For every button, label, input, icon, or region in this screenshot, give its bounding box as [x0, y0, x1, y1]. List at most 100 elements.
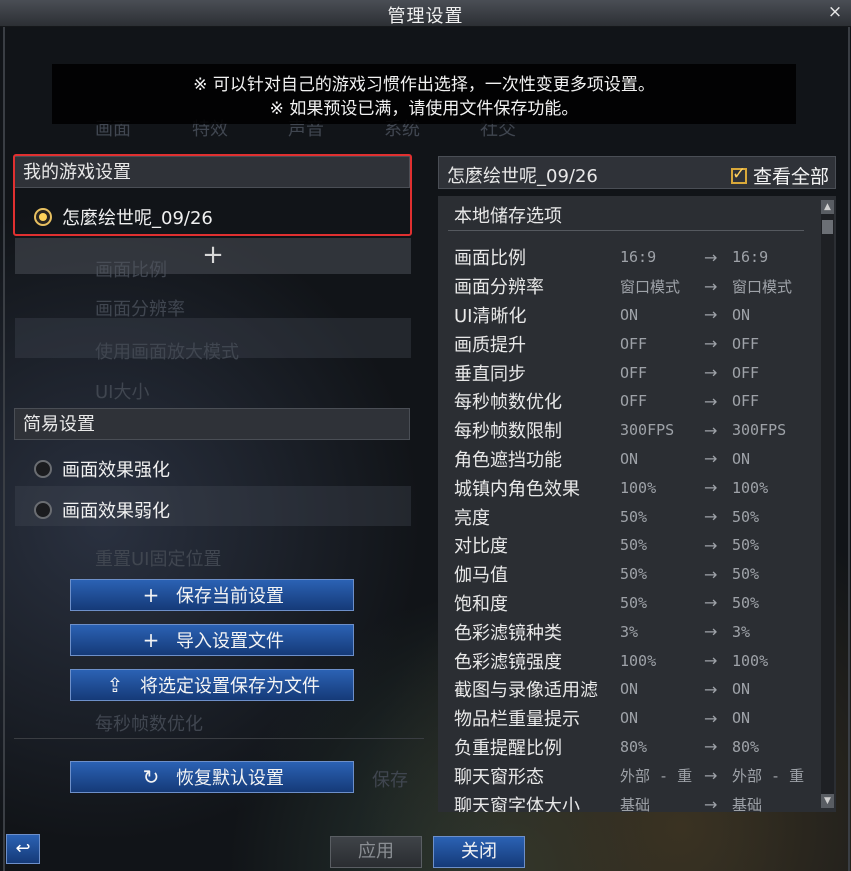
option-row: 每秒帧数优化 OFF → OFF: [454, 387, 812, 416]
arrow-icon: →: [704, 334, 718, 354]
option-label: 每秒帧数优化: [454, 392, 562, 414]
preset-detail-header: 怎麼绘世呢_09/26 查看全部: [438, 156, 836, 189]
option-to-value: ON: [732, 709, 751, 728]
option-label: 角色遮挡功能: [454, 449, 562, 471]
option-row: 负重提醒比例 80% → 80%: [454, 733, 812, 762]
view-all-checkbox[interactable]: 查看全部: [730, 162, 829, 189]
option-row: 画面比例 16:9 → 16:9: [454, 243, 812, 272]
option-row: 每秒帧数限制 300FPS → 300FPS: [454, 416, 812, 445]
option-row: 聊天窗字体大小 基础 → 基础: [454, 790, 812, 812]
plus-icon: +: [142, 628, 160, 652]
option-from-value: OFF: [620, 334, 648, 353]
arrow-icon: →: [704, 564, 718, 584]
export-icon: ⇪: [106, 673, 124, 697]
close-icon[interactable]: ×: [825, 2, 845, 22]
option-to-value: 外部 - 重: [732, 767, 805, 786]
arrow-icon: →: [704, 507, 718, 527]
easy-option-reduce[interactable]: 画面效果弱化: [34, 497, 170, 523]
notice-banner: ※ 可以针对自己的游戏习惯作出选择，一次性变更多项设置。 ※ 如果预设已满，请使…: [52, 64, 796, 124]
option-from-value: 窗口模式: [620, 277, 681, 296]
option-label: 负重提醒比例: [454, 737, 562, 759]
option-from-value: 50%: [620, 507, 648, 526]
plus-icon: +: [142, 583, 160, 607]
option-row: 聊天窗形态 外部 - 重 → 外部 - 重: [454, 761, 812, 790]
local-options-title: 本地储存选项: [448, 203, 804, 231]
import-file-button[interactable]: + 导入设置文件: [70, 624, 354, 656]
easy-option-enhance[interactable]: 画面效果强化: [34, 456, 170, 482]
option-label: 对比度: [454, 536, 508, 558]
option-to-value: OFF: [732, 392, 760, 411]
option-label: 画面比例: [454, 248, 526, 270]
option-from-value: 50%: [620, 536, 648, 555]
checkbox-checked-icon[interactable]: [730, 164, 747, 184]
option-label: 聊天窗字体大小: [454, 795, 580, 812]
radio-icon[interactable]: [34, 501, 52, 519]
option-row: 伽马值 50% → 50%: [454, 560, 812, 589]
option-from-value: 基础: [620, 796, 651, 812]
scroll-down-icon[interactable]: ▼: [821, 794, 834, 808]
arrow-icon: →: [704, 593, 718, 613]
restore-icon: ↻: [142, 765, 160, 789]
arrow-icon: →: [704, 795, 718, 812]
option-from-value: ON: [620, 449, 639, 468]
option-row: 物品栏重量提示 ON → ON: [454, 704, 812, 733]
option-from-value: ON: [620, 709, 639, 728]
option-to-value: 100%: [732, 478, 769, 497]
option-from-value: 外部 - 重: [620, 767, 693, 786]
divider: [14, 738, 424, 739]
option-to-value: 100%: [732, 651, 769, 670]
option-label: 饱和度: [454, 593, 508, 615]
option-to-value: 300FPS: [732, 421, 787, 440]
option-from-value: OFF: [620, 392, 648, 411]
restore-default-label: 恢复默认设置: [176, 768, 284, 789]
easy-option-label: 画面效果弱化: [62, 501, 170, 522]
option-row: UI清晰化 ON → ON: [454, 301, 812, 330]
scrollbar[interactable]: ▲ ▼: [821, 200, 834, 808]
option-label: 城镇内角色效果: [454, 478, 580, 500]
option-to-value: 16:9: [732, 248, 769, 267]
option-row: 画质提升 OFF → OFF: [454, 329, 812, 358]
easy-settings-header: 简易设置: [14, 408, 410, 440]
close-button[interactable]: 关闭: [433, 836, 525, 868]
option-label: 物品栏重量提示: [454, 709, 580, 731]
option-label: 画面分辨率: [454, 277, 544, 299]
options-list-panel: 本地储存选项 画面比例 16:9 → 16:9 画面分辨率 窗口模式 → 窗口模式 UI清晰化 O…: [438, 196, 836, 812]
option-label: 色彩滤镜种类: [454, 622, 562, 644]
add-preset-button[interactable]: +: [15, 238, 411, 274]
option-row: 角色遮挡功能 ON → ON: [454, 445, 812, 474]
arrow-icon: →: [704, 535, 718, 555]
back-button[interactable]: ↩: [6, 834, 40, 864]
arrow-icon: →: [704, 622, 718, 642]
option-row: 画面分辨率 窗口模式 → 窗口模式: [454, 272, 812, 301]
option-row: 色彩滤镜种类 3% → 3%: [454, 617, 812, 646]
save-as-file-label: 将选定设置保存为文件: [140, 676, 320, 697]
arrow-icon: →: [704, 391, 718, 411]
option-label: 聊天窗形态: [454, 766, 544, 788]
restore-default-button[interactable]: ↻ 恢复默认设置: [70, 761, 354, 793]
save-as-file-button[interactable]: ⇪ 将选定设置保存为文件: [70, 669, 354, 701]
option-to-value: 80%: [732, 737, 760, 756]
scroll-up-icon[interactable]: ▲: [821, 200, 834, 214]
option-row: 城镇内角色效果 100% → 100%: [454, 473, 812, 502]
option-label: 伽马值: [454, 565, 508, 587]
import-file-label: 导入设置文件: [176, 631, 284, 652]
option-row: 垂直同步 OFF → OFF: [454, 358, 812, 387]
apply-button[interactable]: 应用: [330, 836, 422, 868]
option-label: 色彩滤镜强度: [454, 651, 562, 673]
preset-detail-name: 怎麼绘世呢_09/26: [447, 166, 598, 187]
save-current-button[interactable]: + 保存当前设置: [70, 579, 354, 611]
radio-icon[interactable]: [34, 460, 52, 478]
option-from-value: 300FPS: [620, 421, 675, 440]
scroll-thumb[interactable]: [822, 220, 833, 234]
option-label: 亮度: [454, 507, 490, 529]
window-title: 管理设置: [387, 6, 464, 27]
option-to-value: 50%: [732, 536, 760, 555]
arrow-icon: →: [704, 737, 718, 757]
selection-highlight-box: [13, 154, 412, 236]
option-row: 截图与录像适用滤 ON → ON: [454, 675, 812, 704]
option-to-value: 基础: [732, 796, 763, 812]
option-label: 每秒帧数限制: [454, 421, 562, 443]
title-bar: 管理设置 ×: [0, 0, 851, 27]
option-label: UI清晰化: [454, 305, 527, 327]
option-from-value: 16:9: [620, 248, 657, 267]
